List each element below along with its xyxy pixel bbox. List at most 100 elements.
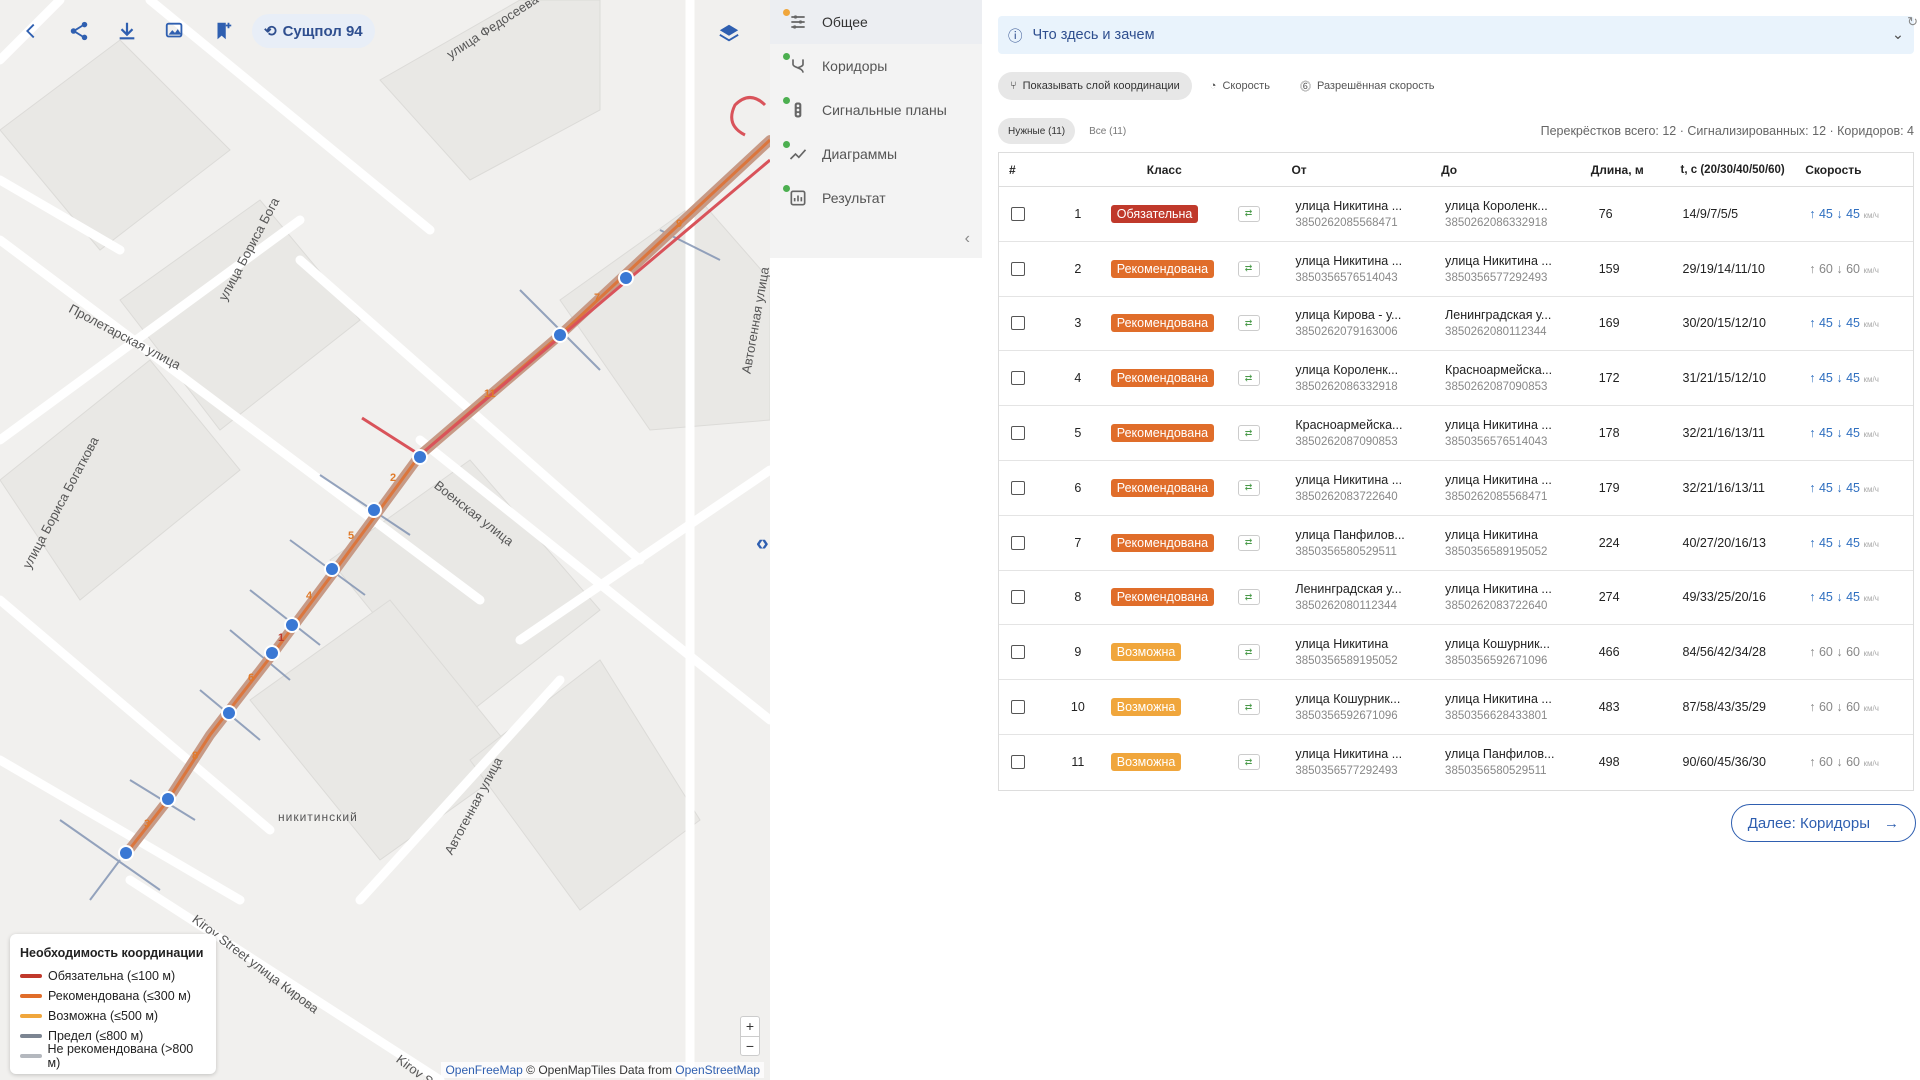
zoom-out-button[interactable]: − [741,1036,759,1055]
row-checkbox[interactable] [1011,645,1025,660]
row-checkbox[interactable] [1011,700,1025,715]
map-canvas[interactable] [0,0,770,1080]
from-id: 3850356576514043 [1295,271,1398,284]
row-checkbox[interactable] [1011,316,1025,331]
table-row[interactable]: 5 Рекомендована ⇄ Красноармейска... 38502620… [999,406,1913,461]
coordination-layer-chip[interactable]: ⑂ Показывать слой координации [998,72,1192,100]
openstreetmap-link[interactable]: OpenStreetMap [675,1063,760,1077]
swap-direction-button[interactable]: ⇄ [1237,644,1260,661]
refresh-icon[interactable]: ↻ [1907,14,1918,30]
table-row[interactable]: 1 Обязательна ⇄ улица Никитина ... 385026208… [999,187,1913,242]
legend-swatch [20,974,42,978]
swap-direction-button[interactable]: ⇄ [1237,479,1260,496]
speed-cell: ↑ 45 ↓ 45 км/ч [1805,371,1913,385]
table-row[interactable]: 2 Рекомендована ⇄ улица Никитина ... 3850356… [999,242,1913,297]
table-row[interactable]: 4 Рекомендована ⇄ улица Короленк... 38502620… [999,351,1913,407]
nav-item-general[interactable]: Общее [770,0,982,44]
from-cell: улица Кирова - у... 3850262079163006 [1291,308,1441,338]
swap-direction-button[interactable]: ⇄ [1237,699,1260,716]
row-number: 4 [1074,371,1082,386]
from-name: улица Кирова - у... [1295,308,1402,323]
row-checkbox[interactable] [1011,755,1025,770]
image-icon [165,22,183,38]
speed-down-value: 45 [1846,480,1860,495]
legend-item: Обязательна (≤100 м) [20,966,206,986]
to-name: улица Никитина ... [1445,692,1552,707]
back-button[interactable] [18,14,44,48]
allowed-speed-chip[interactable]: ⓺ Разрешённая скорость [1288,72,1447,100]
time-cell: 31/21/15/12/10 [1682,371,1766,386]
segment-number: 11 [484,388,496,400]
to-name: улица Короленк... [1445,198,1548,213]
from-name: улица Кошурник... [1295,692,1401,707]
swap-direction-button[interactable]: ⇄ [1237,589,1260,606]
to-cell: Ленинградская у... 3850262080112344 [1441,308,1591,338]
swap-direction-button[interactable]: ⇄ [1237,370,1260,387]
bookmark-add-button[interactable] [210,14,236,48]
to-cell: улица Никитина ... 3850262085568471 [1441,473,1591,503]
map-legend: Необходимость координации Обязательна (≤… [10,934,216,1074]
table-row[interactable]: 7 Рекомендована ⇄ улица Панфилов... 38503565… [999,516,1913,571]
arrow-down-icon: ↓ [1832,426,1847,441]
share-button[interactable] [66,14,92,48]
image-export-button[interactable] [162,14,188,48]
zoom-in-button[interactable]: + [741,1017,759,1036]
time-cell: 32/21/16/13/11 [1682,480,1766,495]
download-button[interactable] [114,14,140,48]
class-badge: Рекомендована [1110,259,1215,278]
nav-item-results[interactable]: Результат [770,176,982,220]
tab-all[interactable]: Все (11) [1079,118,1136,144]
from-id: 3850356577292493 [1295,765,1398,778]
table-row[interactable]: 10 Возможна ⇄ улица Кошурник... 385035659267… [999,680,1913,735]
collapse-nav-button[interactable]: ‹ [965,230,970,248]
speed-down-value: 45 [1846,206,1860,221]
row-checkbox[interactable] [1011,535,1025,550]
length-cell: 274 [1598,590,1620,605]
info-accordion[interactable]: ⓘ Что здесь и зачем ⌄ [998,16,1914,54]
from-cell: улица Короленк... 3850262086332918 [1291,363,1441,393]
table-row[interactable]: 11 Возможна ⇄ улица Никитина ... 38503565772… [999,735,1913,790]
panel-splitter-handle[interactable]: ‹› [756,530,769,556]
filter-tabs: Нужные (11) Все (11) [998,118,1136,144]
to-name: улица Никитина ... [1445,253,1552,268]
speed-unit: км/ч [1863,594,1879,604]
swap-direction-button[interactable]: ⇄ [1237,534,1260,551]
table-row[interactable]: 6 Рекомендована ⇄ улица Никитина ... 3850262… [999,461,1913,516]
from-id: 3850262083722640 [1295,490,1398,503]
row-number: 5 [1074,426,1082,441]
class-badge: Рекомендована [1110,369,1215,388]
class-badge: Обязательна [1110,204,1199,223]
swap-direction-button[interactable]: ⇄ [1237,425,1260,442]
table-row[interactable]: 3 Рекомендована ⇄ улица Кирова - у... 385026… [999,297,1913,352]
row-checkbox[interactable] [1011,426,1025,441]
layers-button[interactable] [718,22,740,49]
swap-direction-button[interactable]: ⇄ [1237,315,1260,332]
row-checkbox[interactable] [1011,590,1025,605]
table-row[interactable]: 9 Возможна ⇄ улица Никитина 3850356589195052… [999,625,1913,681]
speed-chip[interactable]: ◔ Скорость [1198,72,1282,100]
tab-needed[interactable]: Нужные (11) [998,118,1076,144]
map-panel[interactable]: улица Федосеева улица Бориса Бога Пролет… [0,0,770,1080]
row-checkbox[interactable] [1011,261,1025,276]
nav-item-corridors[interactable]: Коридоры [770,44,982,88]
history-pill-button[interactable]: ⟲ Сущпол 94 [252,14,375,48]
from-cell: улица Никитина ... 3850356576514043 [1291,254,1441,284]
row-checkbox[interactable] [1011,206,1025,221]
swap-direction-button[interactable]: ⇄ [1237,205,1260,222]
row-cell [999,535,1053,550]
to-id: 3850356592671096 [1445,655,1548,668]
nav-item-signal-plans[interactable]: Сигнальные планы [770,88,982,132]
next-corridors-button[interactable]: Далее: Коридоры → [1730,804,1916,842]
openfreemap-link[interactable]: OpenFreeMap [445,1063,522,1077]
speed-unit: км/ч [1863,430,1879,440]
swap-icon: ⇄ [1244,482,1253,493]
nav-item-diagrams[interactable]: Диаграммы [770,132,982,176]
speed-down-value: 45 [1846,535,1860,550]
table-row[interactable]: 8 Рекомендована ⇄ Ленинградская у... 3850262… [999,571,1913,626]
row-cell: ⇄ [1237,754,1292,771]
swap-direction-button[interactable]: ⇄ [1237,260,1260,277]
swap-icon: ⇄ [1244,701,1253,712]
swap-direction-button[interactable]: ⇄ [1237,754,1260,771]
row-checkbox[interactable] [1011,371,1025,386]
row-checkbox[interactable] [1011,480,1025,495]
